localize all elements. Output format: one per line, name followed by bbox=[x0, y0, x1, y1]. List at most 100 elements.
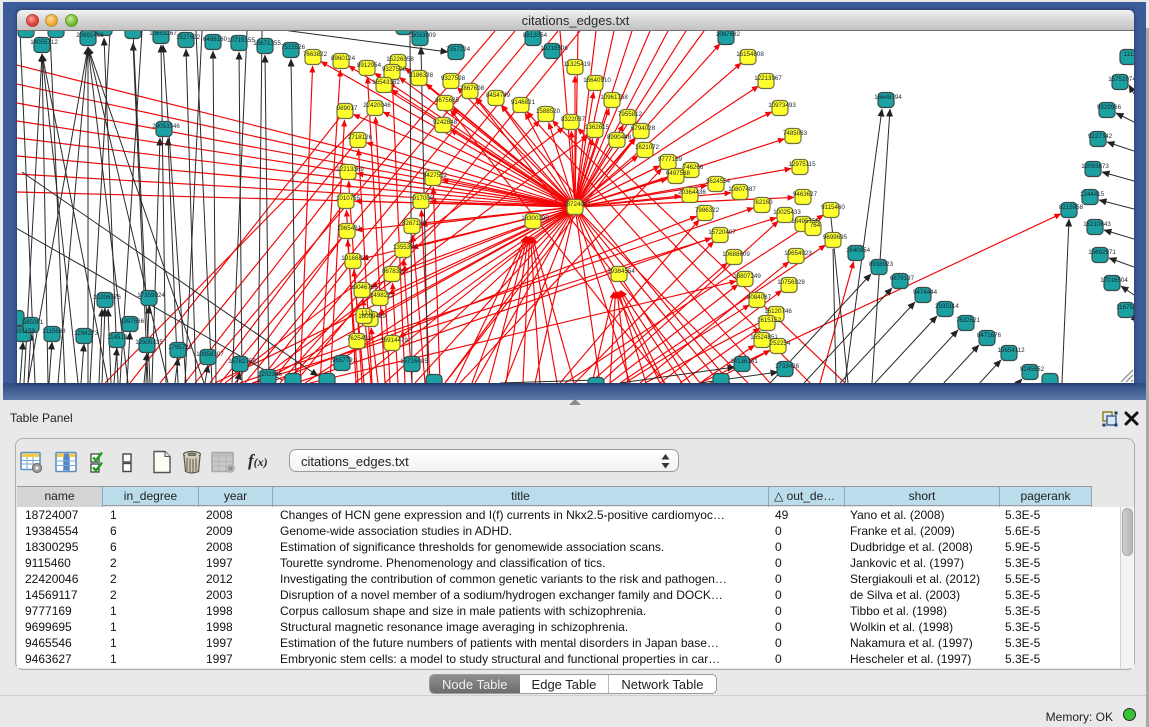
svg-text:1588520: 1588520 bbox=[536, 108, 561, 115]
svg-text:19384554: 19384554 bbox=[607, 268, 635, 275]
svg-text:62160: 62160 bbox=[755, 199, 773, 206]
svg-text:19218506: 19218506 bbox=[540, 45, 568, 52]
svg-text:9245652: 9245652 bbox=[1020, 366, 1045, 373]
svg-text:1355394: 1355394 bbox=[393, 244, 418, 251]
svg-text:20364436: 20364436 bbox=[678, 189, 706, 196]
svg-text:2935114: 2935114 bbox=[935, 303, 959, 310]
svg-text:6794028: 6794028 bbox=[631, 125, 656, 132]
svg-text:16671355: 16671355 bbox=[253, 40, 281, 47]
svg-text:9084067: 9084067 bbox=[747, 294, 772, 301]
svg-text:10654112: 10654112 bbox=[997, 347, 1025, 354]
svg-text:6879197: 6879197 bbox=[890, 275, 915, 282]
svg-text:1115688: 1115688 bbox=[42, 328, 66, 335]
svg-text:1244415: 1244415 bbox=[1080, 191, 1105, 198]
svg-text:1621072: 1621072 bbox=[635, 144, 660, 151]
svg-text:10973493: 10973493 bbox=[768, 102, 796, 109]
svg-text:10807487: 10807487 bbox=[728, 186, 756, 193]
svg-text:16210643: 16210643 bbox=[1083, 221, 1111, 228]
svg-text:1965491: 1965491 bbox=[337, 225, 362, 232]
svg-text:8990448: 8990448 bbox=[607, 134, 632, 141]
svg-text:8186328: 8186328 bbox=[409, 72, 434, 79]
svg-text:985061: 985061 bbox=[23, 319, 44, 326]
svg-text:12213369: 12213369 bbox=[336, 166, 364, 173]
svg-text:12975115: 12975115 bbox=[788, 161, 816, 168]
svg-text:10756928: 10756928 bbox=[777, 279, 805, 286]
svg-text:16782759: 16782759 bbox=[228, 358, 256, 365]
svg-text:252254: 252254 bbox=[770, 340, 791, 347]
svg-text:1112: 1112 bbox=[1124, 51, 1134, 58]
svg-text:14055712: 14055712 bbox=[30, 39, 58, 46]
svg-text:19046786: 19046786 bbox=[350, 284, 378, 291]
svg-text:8678332: 8678332 bbox=[382, 268, 407, 275]
svg-text:15720407: 15720407 bbox=[708, 229, 736, 236]
svg-text:1145194: 1145194 bbox=[107, 334, 131, 341]
svg-text:764: 764 bbox=[810, 222, 821, 229]
svg-text:9474444: 9474444 bbox=[913, 289, 938, 296]
svg-text:7485063: 7485063 bbox=[783, 130, 808, 137]
svg-text:10653267: 10653267 bbox=[149, 31, 177, 37]
svg-text:1795722: 1795722 bbox=[168, 344, 193, 351]
svg-text:8215958: 8215958 bbox=[1059, 204, 1084, 211]
svg-text:8960124: 8960124 bbox=[331, 55, 356, 62]
svg-text:11325419: 11325419 bbox=[563, 61, 591, 68]
svg-text:1527602: 1527602 bbox=[176, 34, 201, 41]
svg-text:20691406: 20691406 bbox=[76, 32, 104, 39]
svg-text:14136141: 14136141 bbox=[730, 358, 758, 365]
svg-text:8267130: 8267130 bbox=[402, 220, 427, 227]
svg-text:9329966: 9329966 bbox=[1097, 104, 1122, 111]
svg-text:2867608: 2867608 bbox=[460, 85, 485, 92]
svg-text:1498222: 1498222 bbox=[370, 292, 395, 299]
svg-text:15716485: 15716485 bbox=[400, 358, 428, 365]
svg-text:1294273: 1294273 bbox=[74, 330, 99, 337]
svg-text:9327508: 9327508 bbox=[441, 75, 466, 82]
svg-text:7625402: 7625402 bbox=[347, 335, 372, 342]
svg-text:9242848: 9242848 bbox=[433, 119, 458, 126]
svg-text:8938923: 8938923 bbox=[869, 261, 894, 268]
svg-text:8912954: 8912954 bbox=[357, 62, 382, 69]
svg-text:3624554: 3624554 bbox=[706, 178, 731, 185]
svg-text:15692971: 15692971 bbox=[1088, 249, 1116, 256]
svg-text:1202346: 1202346 bbox=[258, 371, 283, 378]
svg-text:12505135: 12505135 bbox=[135, 339, 163, 346]
svg-text:1615152: 1615152 bbox=[757, 317, 782, 324]
svg-text:1733426: 1733426 bbox=[775, 363, 800, 370]
svg-text:15751074: 15751074 bbox=[1108, 76, 1134, 83]
svg-text:10719155: 10719155 bbox=[227, 37, 255, 44]
svg-text:3675685: 3675685 bbox=[435, 97, 460, 104]
svg-text:121: 121 bbox=[361, 310, 372, 317]
svg-text:9115460: 9115460 bbox=[821, 204, 845, 211]
svg-text:16914479: 16914479 bbox=[380, 337, 408, 344]
svg-text:16033809: 16033809 bbox=[408, 32, 436, 39]
svg-text:9777169: 9777169 bbox=[658, 156, 683, 163]
svg-text:2087682: 2087682 bbox=[716, 31, 741, 38]
svg-text:9699695: 9699695 bbox=[823, 234, 848, 241]
svg-text:10958107: 10958107 bbox=[196, 351, 224, 358]
svg-text:29053346: 29053346 bbox=[152, 123, 180, 130]
svg-text:15226058: 15226058 bbox=[386, 56, 414, 63]
svg-text:18640910: 18640910 bbox=[583, 77, 611, 84]
svg-text:10025433: 10025433 bbox=[773, 209, 801, 216]
svg-text:6466160: 6466160 bbox=[203, 36, 228, 43]
svg-text:9397566: 9397566 bbox=[120, 318, 145, 325]
svg-text:17016504: 17016504 bbox=[1100, 277, 1128, 284]
svg-text:16543362: 16543362 bbox=[372, 79, 400, 86]
svg-text:7357224: 7357224 bbox=[446, 46, 471, 53]
svg-text:16154808: 16154808 bbox=[736, 51, 764, 58]
svg-text:9227342: 9227342 bbox=[1088, 133, 1113, 140]
svg-text:917006: 917006 bbox=[413, 195, 434, 202]
svg-text:7663822: 7663822 bbox=[303, 51, 328, 58]
svg-text:1167533: 1167533 bbox=[1116, 304, 1134, 311]
svg-text:2718126: 2718126 bbox=[348, 134, 373, 141]
svg-text:1010755: 1010755 bbox=[336, 195, 361, 202]
svg-text:18807249: 18807249 bbox=[733, 273, 761, 280]
svg-text:9146821: 9146821 bbox=[511, 99, 536, 106]
svg-text:1362615: 1362615 bbox=[585, 124, 610, 131]
svg-text:10961758: 10961758 bbox=[600, 94, 628, 101]
svg-text:8322037: 8322037 bbox=[561, 116, 586, 123]
svg-text:22420046: 22420046 bbox=[363, 102, 391, 109]
svg-text:7515526: 7515526 bbox=[281, 44, 306, 51]
svg-text:8454749: 8454749 bbox=[486, 92, 511, 99]
svg-text:12213967: 12213967 bbox=[754, 75, 782, 82]
svg-text:391159: 391159 bbox=[17, 328, 36, 335]
svg-text:16648794: 16648794 bbox=[874, 94, 902, 101]
